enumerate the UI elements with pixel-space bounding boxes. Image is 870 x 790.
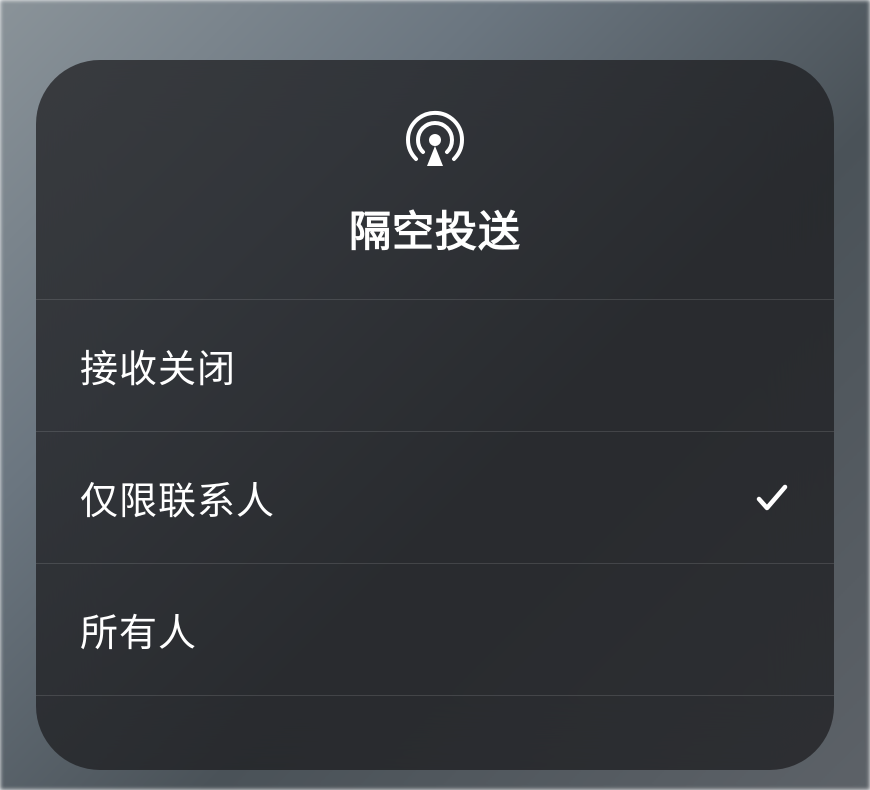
airdrop-icon — [405, 110, 465, 170]
option-receiving-off[interactable]: 接收关闭 — [36, 300, 834, 432]
option-contacts-only[interactable]: 仅限联系人 — [36, 432, 834, 564]
panel-header: 隔空投送 — [36, 60, 834, 300]
option-label: 仅限联系人 — [80, 470, 275, 525]
airdrop-panel: 隔空投送 接收关闭 仅限联系人 所有人 — [36, 60, 834, 770]
option-label: 所有人 — [80, 602, 197, 657]
option-label: 接收关闭 — [80, 338, 236, 393]
option-everyone[interactable]: 所有人 — [36, 564, 834, 696]
checkmark-icon — [754, 480, 790, 516]
panel-title: 隔空投送 — [349, 198, 521, 259]
